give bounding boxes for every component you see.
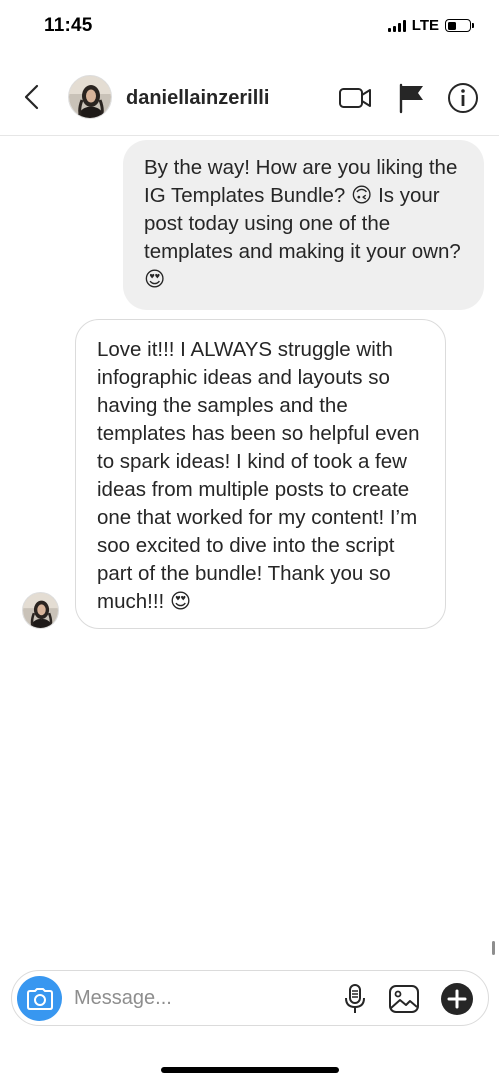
chat-header: daniellainzerilli <box>0 60 499 136</box>
report-button[interactable] <box>396 82 430 114</box>
camera-icon <box>26 987 53 1010</box>
signal-icon <box>387 19 406 32</box>
microphone-icon <box>345 984 365 1013</box>
message-outgoing[interactable]: By the way! How are you liking the IG Te… <box>123 140 484 310</box>
sender-avatar[interactable] <box>22 592 59 629</box>
message-incoming[interactable]: Love it!!! I ALWAYS struggle with infogr… <box>75 319 446 629</box>
profile-photo <box>69 76 111 118</box>
back-button[interactable] <box>18 82 48 112</box>
info-button[interactable] <box>446 82 480 114</box>
video-call-icon <box>339 88 371 108</box>
status-bar: 11:45 LTE <box>0 0 499 54</box>
sender-profile-photo <box>23 593 58 628</box>
gallery-button[interactable] <box>387 982 421 1016</box>
message-text: Love it!!! I ALWAYS struggle with infogr… <box>97 338 420 613</box>
more-options-button[interactable] <box>440 982 474 1016</box>
back-icon <box>24 84 39 110</box>
gallery-icon <box>389 985 419 1013</box>
info-icon <box>448 83 478 113</box>
flag-icon <box>399 83 423 114</box>
video-call-button[interactable] <box>338 82 372 114</box>
message-composer <box>11 970 489 1026</box>
chat-username[interactable]: daniellainzerilli <box>126 87 269 110</box>
scrollbar[interactable] <box>492 941 495 955</box>
battery-icon <box>445 19 474 32</box>
voice-message-button[interactable] <box>338 982 372 1016</box>
message-text: By the way! How are you liking the IG Te… <box>144 156 461 291</box>
status-indicators: LTE <box>387 17 474 34</box>
camera-button[interactable] <box>17 976 62 1021</box>
message-input[interactable] <box>74 981 324 1015</box>
avatar[interactable] <box>68 75 112 119</box>
plus-icon <box>441 983 473 1015</box>
status-time: 11:45 <box>44 15 93 36</box>
home-indicator[interactable] <box>161 1067 339 1073</box>
network-label: LTE <box>411 17 439 34</box>
